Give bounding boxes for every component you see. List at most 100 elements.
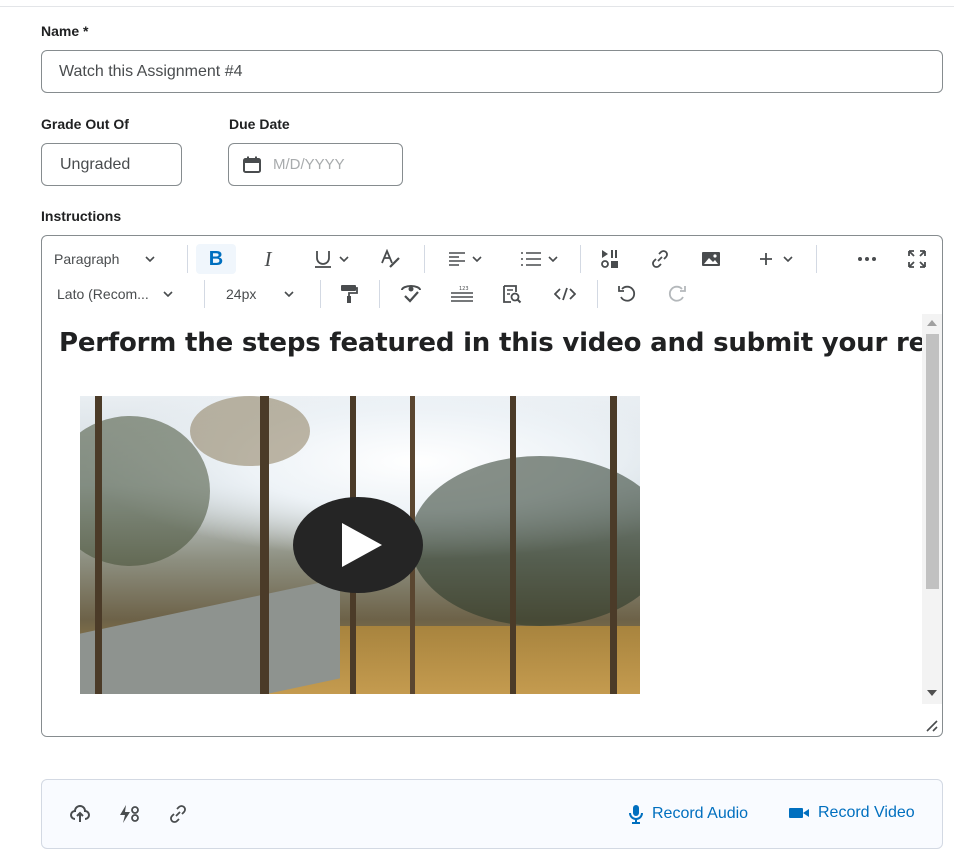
bold-button[interactable]: B [196, 244, 236, 274]
name-input[interactable]: Watch this Assignment #4 [41, 50, 943, 93]
toolbar-divider [424, 245, 425, 273]
quicklink-icon[interactable] [118, 804, 140, 824]
source-code-icon [554, 287, 576, 301]
video-thumbnail-foliage [190, 396, 310, 466]
more-actions-button[interactable] [850, 244, 884, 274]
toolbar-divider [204, 280, 205, 308]
name-label: Name * [41, 23, 89, 39]
play-icon [342, 523, 382, 567]
font-family-label: Lato (Recom... [57, 286, 149, 302]
upload-icon[interactable] [70, 804, 90, 824]
font-size-label: 24px [226, 286, 257, 302]
image-icon [702, 252, 720, 266]
svg-text:123: 123 [459, 286, 469, 292]
spellcheck-button[interactable] [394, 279, 428, 309]
word-count-button[interactable]: 123 [445, 279, 479, 309]
record-audio-label: Record Audio [652, 805, 749, 822]
top-divider [0, 6, 954, 7]
redo-button[interactable] [660, 279, 694, 309]
spellcheck-icon [401, 285, 421, 303]
video-thumbnail-tree [260, 396, 269, 694]
toolbar-divider [187, 245, 188, 273]
undo-button[interactable] [610, 279, 644, 309]
underline-dropdown[interactable] [304, 244, 358, 274]
italic-label: I [264, 246, 272, 271]
toolbar-divider [379, 280, 380, 308]
chevron-down-icon [163, 291, 173, 297]
preview-button[interactable] [495, 279, 529, 309]
toolbar-divider [320, 280, 321, 308]
chevron-down-icon [472, 256, 482, 262]
bold-label: B [208, 247, 224, 270]
chevron-down-icon [339, 256, 349, 262]
chevron-down-icon [145, 256, 155, 262]
insert-stuff-icon [601, 250, 618, 268]
chevron-down-icon [783, 256, 793, 262]
embedded-video[interactable] [80, 396, 640, 694]
instructions-label: Instructions [41, 208, 122, 224]
video-play-button[interactable] [293, 497, 423, 593]
link-icon [652, 250, 668, 268]
chevron-down-icon [548, 256, 558, 262]
insert-stuff-button[interactable] [593, 244, 627, 274]
chevron-down-icon [284, 291, 294, 297]
due-date-placeholder: M/D/YYYY [273, 156, 345, 173]
due-date-input[interactable]: M/D/YYYY [228, 143, 403, 186]
grade-value: Ungraded [60, 155, 131, 173]
calendar-icon [243, 156, 261, 173]
font-family-dropdown[interactable]: Lato (Recom... [57, 279, 189, 309]
resize-handle-icon[interactable] [924, 718, 938, 732]
video-camera-icon [789, 808, 809, 818]
video-thumbnail-deck [80, 578, 340, 694]
record-video-label: Record Video [818, 804, 915, 821]
name-value: Watch this Assignment #4 [59, 62, 243, 80]
paragraph-format-dropdown[interactable]: Paragraph [54, 244, 174, 274]
rich-text-editor[interactable]: Paragraph B I Lato (Recom... 24px 123 Pe… [41, 235, 943, 737]
source-code-button[interactable] [548, 279, 582, 309]
editor-content[interactable]: Perform the steps featured in this video… [42, 314, 942, 736]
more-icon [858, 257, 876, 261]
insert-more-dropdown[interactable] [752, 244, 800, 274]
font-size-dropdown[interactable]: 24px [226, 279, 306, 309]
toolbar-row-2: Lato (Recom... 24px 123 [42, 276, 942, 314]
insert-link-button[interactable] [643, 244, 677, 274]
grade-input[interactable]: Ungraded [41, 143, 182, 186]
preview-icon [503, 285, 522, 304]
scroll-up-arrow[interactable] [927, 320, 937, 326]
video-thumbnail-tree [95, 396, 102, 694]
toolbar-divider [597, 280, 598, 308]
attachments-bar: Record Audio Record Video [41, 779, 943, 849]
list-dropdown[interactable] [512, 244, 566, 274]
grade-out-of-label: Grade Out Of [41, 116, 129, 132]
content-heading: Perform the steps featured in this video… [59, 328, 943, 358]
fullscreen-button[interactable] [900, 244, 934, 274]
undo-icon [618, 285, 636, 302]
format-painter-icon [341, 285, 358, 303]
paragraph-format-label: Paragraph [54, 251, 120, 267]
video-thumbnail-tree [510, 396, 516, 694]
toolbar-divider [580, 245, 581, 273]
toolbar-row-1: Paragraph B I [42, 240, 942, 278]
microphone-icon [629, 805, 643, 824]
plus-icon [760, 253, 772, 265]
record-audio-button[interactable]: Record Audio [628, 804, 748, 824]
list-icon [521, 252, 541, 266]
editor-scrollbar[interactable] [922, 314, 942, 704]
record-video-button[interactable]: Record Video [788, 804, 915, 822]
toolbar-divider [816, 245, 817, 273]
italic-button[interactable]: I [248, 244, 288, 274]
video-thumbnail-tree [610, 396, 617, 694]
scroll-thumb[interactable] [926, 334, 939, 589]
text-style-icon [381, 249, 400, 268]
due-date-label: Due Date [229, 116, 290, 132]
insert-image-button[interactable] [694, 244, 728, 274]
scroll-down-arrow[interactable] [927, 690, 937, 696]
underline-icon [315, 251, 331, 268]
word-count-icon: 123 [451, 286, 473, 302]
align-icon [449, 252, 465, 266]
align-dropdown[interactable] [438, 244, 492, 274]
redo-icon [668, 285, 686, 302]
format-painter-button[interactable] [332, 279, 366, 309]
link-icon[interactable] [168, 804, 188, 824]
text-style-button[interactable] [374, 244, 408, 274]
